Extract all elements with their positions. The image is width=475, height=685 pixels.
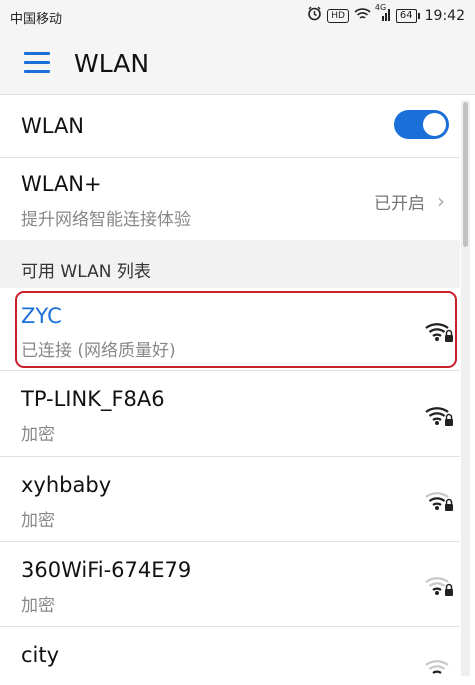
wifi-lock-icon xyxy=(423,402,455,428)
battery-icon: 64 xyxy=(395,8,420,23)
network-item-xyhbaby[interactable]: xyhbaby 加密 xyxy=(0,457,460,541)
network-status: 加密 xyxy=(21,425,55,445)
network-item-city[interactable]: city xyxy=(0,627,460,676)
signal-icon: 4G xyxy=(375,3,391,25)
section-header: 可用 WLAN 列表 xyxy=(0,240,460,288)
battery-level: 64 xyxy=(395,8,417,23)
wlan-toggle-row[interactable]: WLAN xyxy=(0,95,460,157)
hamburger-menu-icon[interactable] xyxy=(24,52,50,74)
scrollbar-thumb[interactable] xyxy=(463,102,468,247)
network-status: 加密 xyxy=(21,596,55,616)
available-networks-label: 可用 WLAN 列表 xyxy=(21,262,151,282)
wifi-lock-icon xyxy=(423,318,455,344)
wifi-lock-icon xyxy=(423,572,455,598)
alarm-icon xyxy=(307,6,322,25)
network-ssid: city xyxy=(21,643,60,667)
clock: 19:42 xyxy=(424,7,465,24)
wlan-plus-subtitle: 提升网络智能连接体验 xyxy=(21,210,191,230)
wlan-toggle-switch[interactable] xyxy=(394,110,449,139)
page-title: WLAN xyxy=(74,49,150,78)
status-bar: 中国移动 HD 4G 64 19:42 xyxy=(0,0,475,34)
network-type-label: 4G xyxy=(374,2,387,12)
wlan-plus-status: 已开启 xyxy=(374,194,425,214)
status-icons: HD 4G 64 19:42 xyxy=(307,3,465,25)
highlight-annotation xyxy=(15,291,457,368)
app-bar: WLAN xyxy=(0,34,475,95)
network-ssid: xyhbaby xyxy=(21,473,112,497)
network-item-360wifi[interactable]: 360WiFi-674E79 加密 xyxy=(0,542,460,626)
network-ssid: TP-LINK_F8A6 xyxy=(21,387,165,411)
network-ssid: 360WiFi-674E79 xyxy=(21,558,192,582)
hd-icon: HD xyxy=(327,8,349,23)
wifi-status-icon xyxy=(354,7,371,25)
wifi-lock-icon xyxy=(423,487,455,513)
wlan-plus-title: WLAN+ xyxy=(21,172,102,196)
network-item-tp-link[interactable]: TP-LINK_F8A6 加密 xyxy=(0,371,460,455)
wifi-lock-icon xyxy=(423,655,455,681)
wlan-toggle-label: WLAN xyxy=(21,114,85,138)
network-status: 加密 xyxy=(21,511,55,531)
carrier-name: 中国移动 xyxy=(10,12,63,27)
chevron-right-icon: › xyxy=(437,189,445,213)
